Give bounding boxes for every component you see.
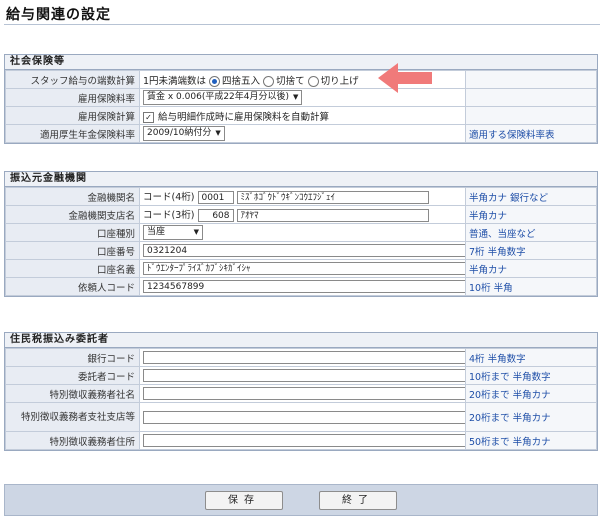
account-type-value: 当座 [147,227,166,237]
consignor-code-label: 委託者コード [5,366,140,385]
account-name-note: 半角カナ [465,259,597,278]
section-heading: 振込元金融機関 [5,172,597,187]
auto-calc-checkbox[interactable]: ✓ [143,111,154,123]
branch-office-note: 20桁まで 半角カナ [465,402,597,432]
account-type-label: 口座種別 [5,223,140,242]
chevron-down-icon: ▼ [293,93,299,101]
auto-calc-label: 給与明細作成時に雇用保険料を自動計算 [158,111,330,123]
section-heading: 社会保険等 [5,55,597,70]
consignor-code-input[interactable] [143,369,465,382]
account-number-label: 口座番号 [5,241,140,260]
employment-rate-select[interactable]: 賃金 x 0.006(平成22年4月分以後) ▼ [143,90,303,105]
section-heading: 住民税振込み委託者 [5,333,597,348]
bank-name-label: 金融機関名 [5,187,140,206]
requester-code-input[interactable]: 1234567899 [143,280,465,293]
employment-rate-label: 雇用保険料率 [5,88,140,107]
button-bar: 保存 終了 [4,484,598,516]
round-half-radio[interactable] [209,75,221,87]
callout-arrow-icon [378,63,432,93]
requester-code-label: 依頼人コード [5,277,140,296]
branch-code-input[interactable]: 608 [197,209,234,222]
tax-bank-code-note: 4桁 半角数字 [465,348,597,367]
rounding-label: スタッフ給与の端数計算 [5,70,140,89]
social-insurance-section: 社会保険等 スタッフ給与の端数計算 1円未満端数は 四捨五入 切捨て 切り上げ 雇用保… [4,54,598,144]
bank-section: 振込元金融機関 金融機関名 コード(4桁) 0001 ﾐｽﾞﾎｺﾞｳﾄﾞｳｷﾞﾝ… [4,171,598,297]
round-half-label: 四捨五入 [222,75,261,87]
close-button[interactable]: 終了 [319,491,397,510]
employment-rate-value: 賃金 x 0.006(平成22年4月分以後) [147,92,290,102]
account-type-note: 普通、当座など [465,223,597,242]
requester-code-note: 10桁 半角 [465,277,597,296]
bank-code-label: 銀行コード [5,348,140,367]
branch-note: 半角カナ [465,205,597,224]
account-name-label: 口座名義 [5,259,140,278]
page-title: 給与関連の設定 [6,7,111,23]
chevron-down-icon: ▼ [193,228,199,236]
employment-calc-label: 雇用保険計算 [5,106,140,125]
rate-table-link[interactable]: 適用する保険料率表 [465,124,597,143]
tax-bank-code-input[interactable] [143,351,465,364]
company-name-label: 特別徴収義務者社名 [5,384,140,403]
round-up-radio[interactable] [307,75,319,87]
account-number-note: 7桁 半角数字 [465,241,597,260]
round-down-label: 切捨て [276,75,305,87]
bank-name-input[interactable]: ﾐｽﾞﾎｺﾞｳﾄﾞｳｷﾞﾝｺｳｴﾌｼﾞｪｲ [236,191,429,204]
chevron-down-icon: ▼ [215,129,221,137]
account-name-input[interactable]: ﾄﾞｳｴﾝﾀｰﾌﾟﾗｲｽﾞｶﾌﾞｼｷｶﾞｲｼｬ [143,262,465,275]
bank-name-note: 半角カナ 銀行など [465,187,597,206]
welfare-rate-label: 適用厚生年金保険料率 [5,124,140,143]
rounding-prefix: 1円未満端数は [143,75,207,87]
welfare-rate-value: 2009/10納付分 [147,128,212,138]
account-type-select[interactable]: 当座 ▼ [143,225,203,240]
branch-label: 金融機関支店名 [5,205,140,224]
rounding-note [465,70,597,89]
address-note: 50桁まで 半角カナ [465,431,597,450]
address-input[interactable] [143,434,465,447]
company-name-note: 20桁まで 半角カナ [465,384,597,403]
save-button[interactable]: 保存 [205,491,283,510]
round-down-radio[interactable] [263,75,275,87]
account-number-input[interactable]: 0321204 [143,244,465,257]
welfare-rate-select[interactable]: 2009/10納付分 ▼ [143,126,225,141]
address-label: 特別徴収義務者住所 [5,431,140,450]
bank-code-caption: コード(4桁) [143,192,195,203]
resident-tax-section: 住民税振込み委託者 銀行コード 4桁 半角数字 委託者コード 10桁まで 半角数… [4,332,598,451]
branch-office-input[interactable] [143,410,465,424]
branch-code-caption: コード(3桁) [143,210,195,221]
round-up-label: 切り上げ [320,75,359,87]
company-name-input[interactable] [143,387,465,400]
branch-office-label: 特別徴収義務者支社支店等 [5,402,140,432]
branch-name-input[interactable]: ｱｵﾔﾏ [236,209,429,222]
consignor-code-note: 10桁まで 半角数字 [465,366,597,385]
title-divider [4,24,600,25]
bank-code-input[interactable]: 0001 [197,191,234,204]
